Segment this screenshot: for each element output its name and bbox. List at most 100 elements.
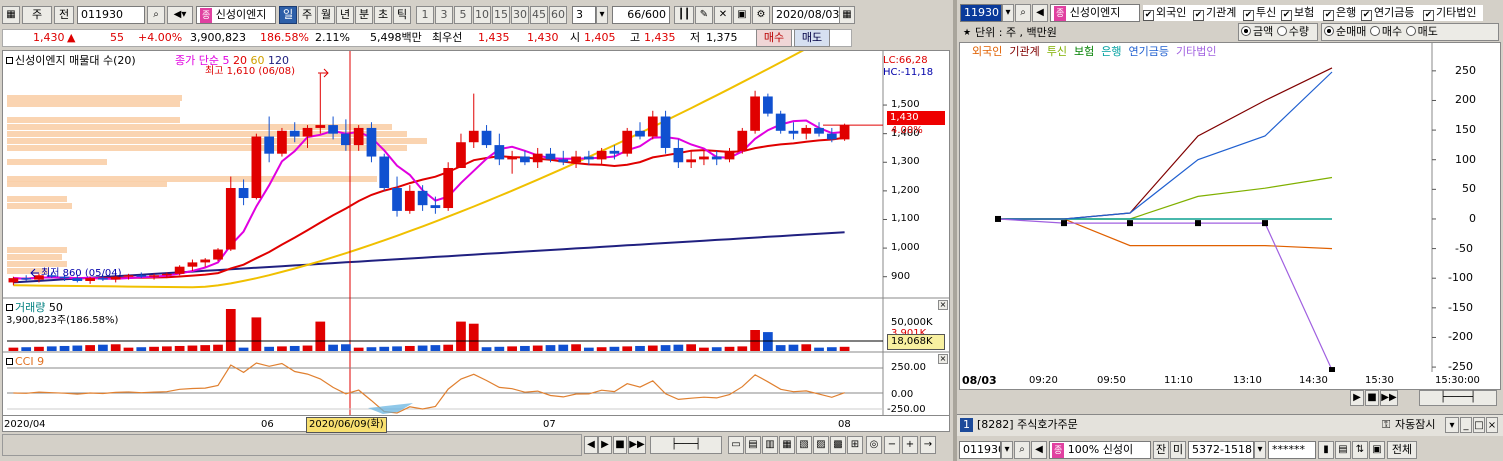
tool-icon-3[interactable]: ▥ (762, 436, 778, 454)
menu-icon[interactable]: ▦ (2, 6, 20, 24)
order-tool-icon-4[interactable]: ▣ (1369, 441, 1385, 459)
order-maximize-icon[interactable]: □ (1473, 417, 1485, 433)
rw-zoom-slider[interactable]: ├────┤ (1419, 390, 1497, 406)
save-icon[interactable]: ▣ (733, 6, 751, 24)
rw-code-input[interactable]: 11930 (960, 4, 1002, 22)
balance-button[interactable]: 잔 (1153, 441, 1169, 459)
order-menu-icon[interactable]: ▾ (1445, 417, 1459, 433)
investor-chart-svg[interactable] (960, 43, 1501, 388)
code-input[interactable]: 011930 (77, 6, 145, 24)
rw-search-icon[interactable]: ⌕ (1015, 4, 1031, 22)
date-input[interactable]: 2020/08/03 (772, 6, 840, 24)
tool-icon-8[interactable]: ⊞ (847, 436, 863, 454)
order-speaker-icon[interactable]: ◀ (1031, 441, 1047, 459)
calendar-icon[interactable]: ▦ (839, 6, 855, 24)
draw-tool-icon[interactable]: ✎ (695, 6, 713, 24)
order-minimize-icon[interactable]: _ (1460, 417, 1472, 433)
account-input[interactable]: 5372-1518 (1188, 441, 1254, 459)
interval-dropdown-icon[interactable]: ▾ (596, 6, 608, 24)
radio-sell[interactable]: 매도 (1405, 25, 1438, 38)
order-tool-icon-3[interactable]: ⇅ (1352, 441, 1368, 459)
custom-interval-input[interactable]: 3 (572, 6, 596, 24)
interval-button-15[interactable]: 15 (492, 6, 510, 24)
count-field[interactable]: 66/600 (612, 6, 670, 24)
zoom-in-icon[interactable]: + (902, 436, 918, 454)
order-search-icon[interactable]: ⌕ (1014, 441, 1030, 459)
fast-forward-icon[interactable]: ▶▶ (628, 436, 646, 454)
compare-icon[interactable]: ✕ (714, 6, 732, 24)
search-icon[interactable]: ⌕ (147, 6, 165, 24)
close-cci-icon[interactable]: × (938, 354, 948, 364)
speaker-icon[interactable]: ◀▾ (167, 6, 193, 24)
pending-button[interactable]: 미 (1170, 441, 1186, 459)
zoom-slider[interactable]: ├───┤ (650, 436, 722, 454)
auto-lock-label[interactable]: 자동잠시 (1395, 418, 1435, 432)
radio-quantity[interactable]: 수량 (1276, 25, 1309, 38)
order-stock-field[interactable]: 종 100% 신성이 (1049, 441, 1151, 459)
period-button-0[interactable]: 일 (279, 6, 297, 24)
radio-amount[interactable]: 금액 (1241, 25, 1273, 38)
rw-scroll-right-icon[interactable]: ▶ (1350, 390, 1364, 406)
tool-icon-7[interactable]: ▩ (830, 436, 846, 454)
period-button-1[interactable]: 주 (298, 6, 316, 24)
rw-scroll-bar[interactable] (959, 390, 1349, 406)
check-5[interactable]: ✔ 연기금등 (1361, 5, 1423, 21)
order-tool-icon-1[interactable]: ▮ (1318, 441, 1334, 459)
order-code-dropdown-icon[interactable]: ▾ (1001, 441, 1013, 459)
order-code-input[interactable]: 011930 (959, 441, 1001, 459)
rw-stock-name[interactable]: 종 신성이엔지 (1050, 4, 1140, 22)
check-0[interactable]: ✔ 외국인 (1143, 5, 1193, 21)
market-button[interactable]: 전 (54, 6, 74, 24)
zoom-reset-icon[interactable]: ◎ (866, 436, 882, 454)
rw-speaker-icon[interactable]: ◀ (1032, 4, 1048, 22)
radio-buy[interactable]: 매수 (1369, 25, 1402, 38)
account-dropdown-icon[interactable]: ▾ (1254, 441, 1266, 459)
all-button[interactable]: 전체 (1387, 441, 1417, 459)
tool-icon-6[interactable]: ▨ (813, 436, 829, 454)
interval-button-3[interactable]: 3 (435, 6, 453, 24)
stock-name-field[interactable]: 종 신성이엔지 (196, 6, 276, 24)
arrow-right-icon[interactable]: → (920, 436, 936, 454)
check-2[interactable]: ✔ 투신 (1243, 5, 1281, 21)
tool-icon-5[interactable]: ▧ (796, 436, 812, 454)
rw-fast-forward-icon[interactable]: ▶▶ (1380, 390, 1398, 406)
candle-type-icon[interactable]: ┃┃ (674, 6, 694, 24)
period-button-6[interactable]: 틱 (393, 6, 411, 24)
period-button-2[interactable]: 월 (317, 6, 335, 24)
interval-button-1[interactable]: 1 (416, 6, 434, 24)
check-6[interactable]: ✔ 기타법인 (1423, 5, 1483, 21)
scroll-bar[interactable] (2, 434, 582, 456)
interval-button-10[interactable]: 10 (473, 6, 491, 24)
rw-code-dropdown-icon[interactable]: ▾ (1002, 4, 1014, 22)
check-4[interactable]: ✔ 은행 (1323, 5, 1361, 21)
radio-net[interactable]: 순매매 (1324, 25, 1366, 38)
tool-icon-4[interactable]: ▦ (779, 436, 795, 454)
zoom-out-icon[interactable]: − (884, 436, 900, 454)
scroll-left-icon[interactable]: ◀ (584, 436, 598, 454)
price-chart-svg[interactable] (3, 51, 950, 416)
interval-button-30[interactable]: 30 (511, 6, 529, 24)
gear-icon[interactable]: ⚙ (752, 6, 770, 24)
period-button-3[interactable]: 년 (336, 6, 354, 24)
buy-button[interactable]: 매수 (756, 29, 792, 47)
stop-icon[interactable]: ■ (613, 436, 627, 454)
tool-icon-1[interactable]: ▭ (728, 436, 744, 454)
rw-chart-area[interactable]: 외국인 기관계 투신 보험 은행 연기금등 기타법인 250 200 150 100 50 0 -50 -… (959, 42, 1501, 388)
period-button-4[interactable]: 분 (355, 6, 373, 24)
order-close-icon[interactable]: × (1486, 417, 1498, 433)
interval-button-60[interactable]: 60 (549, 6, 567, 24)
chart-area[interactable]: 신성이엔지 매물대 수(20) 종가 단순 5 20 60 120 LC:66,… (2, 50, 950, 416)
password-input[interactable]: ****** (1268, 441, 1316, 459)
check-3[interactable]: ✔ 보험 (1281, 5, 1323, 21)
sell-button[interactable]: 매도 (794, 29, 830, 47)
check-1[interactable]: ✔ 기관계 (1193, 5, 1243, 21)
close-volume-icon[interactable]: × (938, 300, 948, 310)
period-button-5[interactable]: 초 (374, 6, 392, 24)
rw-stop-icon[interactable]: ■ (1365, 390, 1379, 406)
scroll-right-icon[interactable]: ▶ (598, 436, 612, 454)
interval-button-5[interactable]: 5 (454, 6, 472, 24)
tool-icon-2[interactable]: ▤ (745, 436, 761, 454)
prefix-button[interactable]: 주 (22, 6, 52, 24)
order-tool-icon-2[interactable]: ▤ (1335, 441, 1351, 459)
interval-button-45[interactable]: 45 (530, 6, 548, 24)
